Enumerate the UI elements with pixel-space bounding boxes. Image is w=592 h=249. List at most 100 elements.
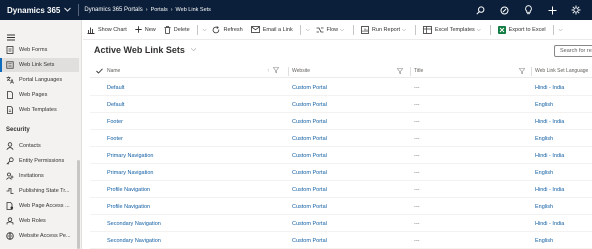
email-link-button[interactable]: Email a Link (247, 20, 297, 40)
table-row[interactable]: Secondary Navigation Custom Portal --- H… (90, 215, 592, 232)
sidebar-item-contacts[interactable]: Contacts (0, 139, 79, 153)
gear-icon[interactable] (564, 5, 588, 15)
website-link[interactable]: Custom Portal (292, 79, 408, 96)
table-row[interactable]: Default Custom Portal --- Hindi - India (90, 79, 592, 96)
select-all-checkmark-icon[interactable] (96, 64, 103, 78)
excel-templates-button[interactable]: Excel Templates ⌵ (419, 20, 487, 40)
record-name-link[interactable]: Default (107, 96, 287, 113)
filter-icon[interactable] (272, 67, 279, 75)
table-row[interactable]: Primary Navigation Custom Portal --- Hin… (90, 147, 592, 164)
person-icon (6, 142, 14, 150)
chart-icon (87, 26, 95, 34)
sidebar-item-label: Web Forms (19, 47, 48, 53)
search-icon[interactable] (468, 5, 492, 15)
sidebar-item-web-pages[interactable]: Web Pages (0, 88, 79, 102)
language-link[interactable]: Hindi - India (535, 113, 592, 130)
record-name-link[interactable]: Profile Navigation (107, 181, 287, 198)
website-link[interactable]: Custom Portal (292, 164, 408, 181)
record-name-link[interactable]: Profile Navigation (107, 198, 287, 215)
column-header-website[interactable]: Website (292, 64, 310, 78)
language-link[interactable]: Hindi - India (535, 181, 592, 198)
export-excel-chevron-icon[interactable]: ⌵ (557, 27, 565, 33)
record-name-link[interactable]: Secondary Navigation (107, 232, 287, 249)
website-link[interactable]: Custom Portal (292, 181, 408, 198)
breadcrumb-app[interactable]: Dynamics 365 Portals (84, 7, 142, 13)
app-switcher-chevron-icon[interactable] (64, 7, 72, 14)
record-name-link[interactable]: Footer (107, 113, 287, 130)
record-name-link[interactable]: Primary Navigation (107, 164, 287, 181)
name-column-controls[interactable]: ↑ (267, 64, 279, 78)
language-link[interactable]: English (535, 198, 592, 215)
record-name-link[interactable]: Secondary Navigation (107, 215, 287, 232)
table-row[interactable]: Footer Custom Portal --- English (90, 130, 592, 147)
flow-button[interactable]: Flow ⌵ (312, 20, 350, 40)
sidebar-item-label: Portal Languages (19, 77, 63, 83)
table-row[interactable]: Primary Navigation Custom Portal --- Eng… (90, 164, 592, 181)
email-link-chevron-icon[interactable]: ⌵ (304, 27, 312, 33)
sidebar-item-web-forms[interactable]: Web Forms (0, 43, 79, 57)
column-divider[interactable] (531, 67, 532, 76)
table-row[interactable]: Profile Navigation Custom Portal --- Eng… (90, 198, 592, 215)
page-access-icon (6, 202, 14, 210)
sidebar-item-website-access[interactable]: Website Access Pe... (0, 229, 79, 243)
sidebar-scrollbar[interactable] (77, 160, 80, 249)
view-selector[interactable]: Active Web Link Sets ⌵ (94, 45, 196, 55)
sidebar-item-web-templates[interactable]: Web Templates (0, 103, 79, 117)
sidebar-item-portal-languages[interactable]: Portal Languages (0, 73, 79, 87)
table-row[interactable]: Secondary Navigation Custom Portal --- E… (90, 232, 592, 249)
website-link[interactable]: Custom Portal (292, 130, 408, 147)
refresh-button[interactable]: Refresh (208, 20, 246, 40)
sidebar-item-web-roles[interactable]: Web Roles (0, 214, 79, 228)
sidebar-item-label: Contacts (19, 143, 41, 149)
sidebar-item-entity-permissions[interactable]: Entity Permissions (0, 154, 79, 168)
language-link[interactable]: English (535, 164, 592, 181)
language-link[interactable]: Hindi - India (535, 147, 592, 164)
sidebar-item-invitations[interactable]: Invitations (0, 169, 79, 183)
record-name-link[interactable]: Footer (107, 130, 287, 147)
new-button[interactable]: New (131, 20, 160, 40)
website-link[interactable]: Custom Portal (292, 96, 408, 113)
record-name-link[interactable]: Primary Navigation (107, 147, 287, 164)
language-link[interactable]: English (535, 130, 592, 147)
website-link[interactable]: Custom Portal (292, 198, 408, 215)
column-header-language[interactable]: Web Link Set Language (535, 64, 588, 78)
show-chart-button[interactable]: Show Chart (83, 20, 131, 40)
website-link[interactable]: Custom Portal (292, 113, 408, 130)
command-bar: Show Chart New Delete ⌵ Refresh Email a … (83, 20, 592, 40)
column-divider[interactable] (410, 67, 411, 76)
column-header-title[interactable]: Title (414, 64, 423, 78)
website-link[interactable]: Custom Portal (292, 147, 408, 164)
more-commands-chevron-icon[interactable]: ⌵ (201, 27, 209, 33)
assistant-icon[interactable] (492, 6, 516, 15)
sidebar-item-publishing-state[interactable]: Publishing State Tr... (0, 184, 79, 198)
language-link[interactable]: English (535, 96, 592, 113)
delete-button[interactable]: Delete (160, 20, 194, 40)
app-name[interactable]: Dynamics 365 (0, 6, 60, 15)
plus-icon[interactable] (540, 6, 564, 15)
title-filter-icon[interactable] (519, 64, 525, 78)
table-row[interactable]: Footer Custom Portal --- Hindi - India (90, 113, 592, 130)
table-row[interactable]: Default Custom Portal --- English (90, 96, 592, 113)
lightbulb-icon[interactable] (516, 5, 540, 15)
table-row[interactable]: Profile Navigation Custom Portal --- Hin… (90, 181, 592, 198)
record-name-link[interactable]: Default (107, 79, 287, 96)
sitemap-sidebar: Web Forms Web Link Sets Portal Languages… (0, 20, 82, 249)
language-link[interactable]: Hindi - India (535, 215, 592, 232)
sort-ascending-icon[interactable]: ↑ (267, 68, 270, 74)
language-link[interactable]: English (535, 232, 592, 249)
refresh-icon (212, 25, 220, 34)
language-link[interactable]: Hindi - India (535, 79, 592, 96)
column-divider[interactable] (288, 67, 289, 76)
website-link[interactable]: Custom Portal (292, 215, 408, 232)
breadcrumb-entity[interactable]: Web Link Sets (176, 7, 211, 13)
website-access-icon (6, 232, 14, 240)
export-excel-button[interactable]: Export to Excel (494, 20, 550, 40)
sidebar-item-web-link-sets[interactable]: Web Link Sets (0, 58, 79, 72)
sidebar-item-web-page-access[interactable]: Web Page Access ... (0, 199, 79, 213)
breadcrumb-area[interactable]: Portals (151, 7, 168, 13)
run-report-button[interactable]: Run Report ⌵ (357, 20, 412, 40)
website-link[interactable]: Custom Portal (292, 232, 408, 249)
website-filter-icon[interactable] (397, 64, 403, 78)
search-input[interactable]: Search for records (554, 45, 592, 57)
column-header-name[interactable]: Name (107, 64, 120, 78)
